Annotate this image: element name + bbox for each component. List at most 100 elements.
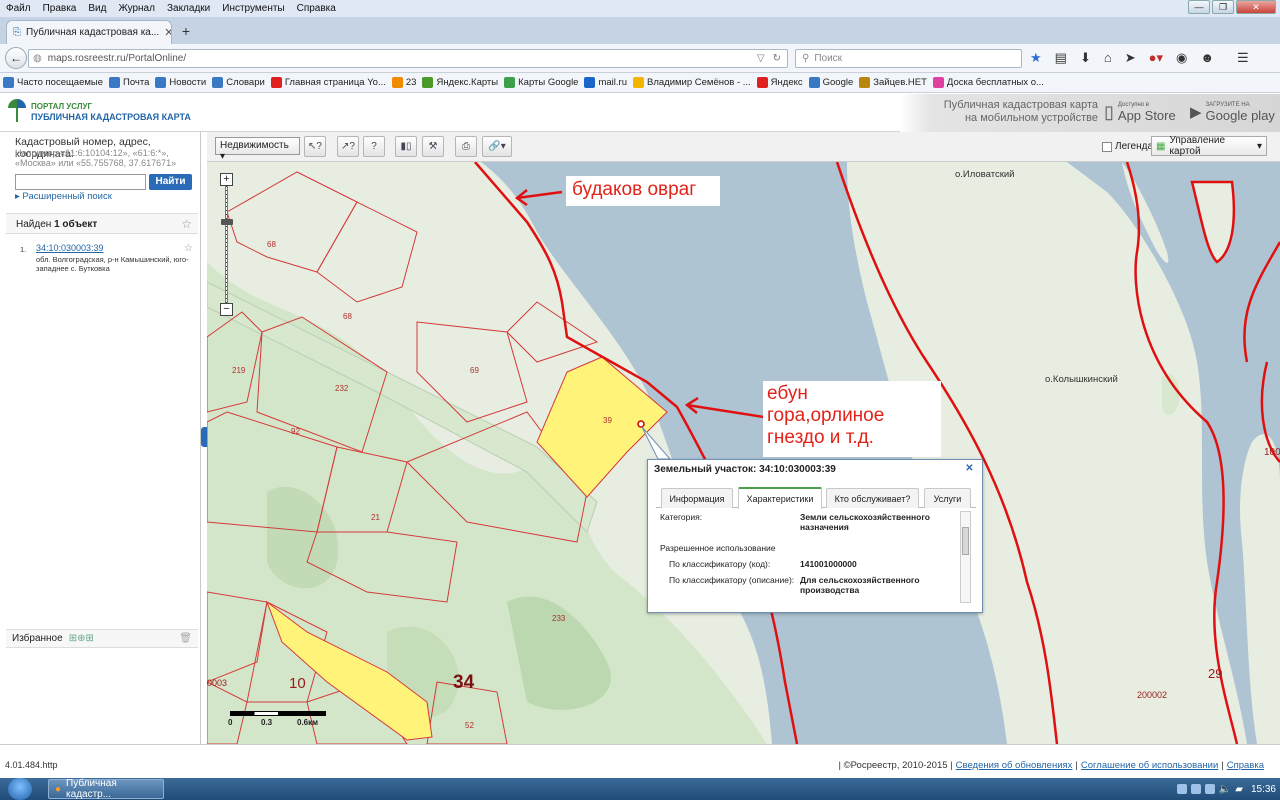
home-icon[interactable]: ⌂ xyxy=(1104,50,1112,66)
volume-icon[interactable]: 🔈 xyxy=(1219,784,1231,795)
chart-icon[interactable]: ▮▯ xyxy=(395,136,417,157)
reading-list-icon[interactable]: ▤ xyxy=(1055,50,1067,66)
menu-file[interactable]: Файл xyxy=(0,3,37,14)
bookmark-item[interactable]: Почта xyxy=(109,77,149,88)
help-link[interactable]: Справка xyxy=(1227,760,1264,771)
info-icon[interactable]: ? xyxy=(363,136,385,157)
link-dropdown-icon[interactable]: 🔗▾ xyxy=(482,136,512,157)
hamburger-menu-icon[interactable]: ☰ xyxy=(1237,50,1249,66)
tools-icon[interactable]: ⚒ xyxy=(422,136,444,157)
taskbar-item[interactable]: ● Публичная кадастр... xyxy=(48,778,164,800)
layer-select-value: Недвижимость xyxy=(220,140,289,151)
find-button[interactable]: Найти xyxy=(149,174,192,190)
updates-link[interactable]: Сведения об обновлениях xyxy=(956,760,1073,771)
measure-help-icon[interactable]: ↗? xyxy=(337,136,359,157)
result-link[interactable]: 34:10:030003:39 xyxy=(36,244,104,253)
legend-toggle[interactable]: Легенда xyxy=(1102,141,1153,152)
menu-history[interactable]: Журнал xyxy=(112,3,161,14)
menu-tools[interactable]: Инструменты xyxy=(216,3,290,14)
maximize-button[interactable]: ❐ xyxy=(1212,0,1234,14)
bookmark-item[interactable]: Главная страница Yo... xyxy=(270,77,386,88)
bookmark-item[interactable]: mail.ru xyxy=(584,77,627,88)
menu-bar: Файл Правка Вид Журнал Закладки Инструме… xyxy=(0,0,1280,17)
parcel-label: 68 xyxy=(343,312,352,321)
terms-link[interactable]: Соглашение об использовании xyxy=(1081,760,1218,771)
language-icon[interactable]: ▰ xyxy=(1235,784,1243,795)
bookmark-item[interactable]: Владимир Семёнов - ... xyxy=(633,77,751,88)
bookmark-item[interactable]: Зайцев.НЕТ xyxy=(859,77,927,88)
print-icon[interactable]: ⎙ xyxy=(455,136,477,157)
tab-information[interactable]: Информация xyxy=(661,488,733,508)
description-label: По классификатору (описание): xyxy=(669,575,795,585)
star-icon[interactable]: ☆ xyxy=(181,217,192,231)
menu-edit[interactable]: Правка xyxy=(37,3,83,14)
bookmark-item[interactable]: Google xyxy=(808,77,853,88)
reload-icon[interactable]: ↻ xyxy=(773,53,781,64)
zoom-out-button[interactable]: − xyxy=(220,303,233,316)
parcel-label: 233 xyxy=(552,614,566,623)
search-hint: Например «61:6:10104:12», «61:6:*», «Мос… xyxy=(15,148,177,168)
district-label: 29 xyxy=(1208,666,1223,681)
tab-services[interactable]: Услуги xyxy=(924,488,971,508)
advanced-search-link[interactable]: ▸ Расширенный поиск xyxy=(15,191,112,202)
bookmark-item[interactable]: Новости xyxy=(155,77,206,88)
tray-icon[interactable] xyxy=(1176,784,1187,794)
bookmark-label: Зайцев.НЕТ xyxy=(873,77,927,88)
bookmark-label: Новости xyxy=(169,77,207,88)
star-icon[interactable]: ★ xyxy=(1030,50,1042,66)
bookmark-icon xyxy=(270,77,282,88)
annotation-line: ебун xyxy=(767,383,808,404)
chat-icon[interactable]: ☻ xyxy=(1200,50,1214,66)
island-label: о.Колышкинский xyxy=(1045,374,1118,385)
bookmark-item[interactable]: 23 xyxy=(391,77,416,88)
zoom-slider-thumb[interactable] xyxy=(221,219,233,225)
back-button[interactable]: ← xyxy=(5,47,27,69)
bookmark-item[interactable]: Карты Google xyxy=(504,77,578,88)
scrollbar-thumb[interactable] xyxy=(962,527,969,555)
menu-bookmarks[interactable]: Закладки xyxy=(161,3,216,14)
layer-select[interactable]: Недвижимость ▾ xyxy=(215,137,300,162)
minimize-button[interactable]: — xyxy=(1188,0,1210,14)
play-icon: ▶ xyxy=(1190,104,1202,121)
close-icon[interactable]: ✕ xyxy=(964,464,975,475)
addon-icon[interactable]: ◉ xyxy=(1176,50,1187,66)
menu-view[interactable]: Вид xyxy=(82,3,112,14)
add-favorite-icon[interactable]: ⊞⊕⊞ xyxy=(69,633,94,644)
search-input[interactable]: ⚲ Поиск xyxy=(795,49,1022,68)
parcel-label: 0003 xyxy=(207,678,228,688)
tray-icon[interactable] xyxy=(1204,784,1215,794)
tray-icon[interactable] xyxy=(1190,784,1201,794)
close-window-button[interactable]: ✕ xyxy=(1236,0,1276,14)
legend-checkbox[interactable] xyxy=(1102,141,1112,152)
zoom-slider[interactable] xyxy=(225,186,228,304)
trash-icon[interactable]: 🗑 xyxy=(179,633,192,644)
url-bar[interactable]: ◍ maps.rosreestr.ru/PortalOnline/ ▽ ↻ xyxy=(28,49,788,68)
bookmark-item[interactable]: Доска бесплатных о... xyxy=(932,77,1044,88)
star-icon[interactable]: ☆ xyxy=(184,244,193,254)
dropdown-icon[interactable]: ▽ xyxy=(757,53,765,64)
zoom-in-button[interactable]: + xyxy=(220,173,233,186)
bookmark-item[interactable]: Яндекс xyxy=(756,77,803,88)
close-tab-icon[interactable]: ✕ xyxy=(164,26,171,39)
identify-cursor-icon[interactable]: ↖? xyxy=(304,136,326,157)
bookmark-item[interactable]: Часто посещаемые xyxy=(3,77,103,88)
adblock-icon[interactable]: ●▾ xyxy=(1149,50,1163,66)
bookmark-item[interactable]: Словари xyxy=(212,77,265,88)
appstore-badge[interactable]: ▯ Доступно в App Store xyxy=(1104,98,1184,126)
scale-label: 0 xyxy=(228,718,233,727)
start-button[interactable] xyxy=(8,778,32,800)
map-management-button[interactable]: ▦ Управление картой ▾ xyxy=(1151,135,1267,157)
playstore-badge[interactable]: ▶ ЗАГРУЗИТЕ НА Google play xyxy=(1190,98,1276,126)
tab-who-serves[interactable]: Кто обслуживает? xyxy=(826,488,919,508)
annotation-line: гнездо и т.д. xyxy=(767,427,874,448)
bookmark-item[interactable]: Яндекс.Карты xyxy=(422,77,498,88)
send-icon[interactable]: ➤ xyxy=(1125,50,1136,66)
popup-scrollbar[interactable] xyxy=(960,511,971,603)
new-tab-button[interactable]: + xyxy=(178,23,194,39)
menu-help[interactable]: Справка xyxy=(291,3,342,14)
tab-characteristics[interactable]: Характеристики xyxy=(738,487,822,509)
download-icon[interactable]: ⬇ xyxy=(1080,50,1091,66)
browser-tab[interactable]: ⎘ Публичная кадастровая ка... ✕ xyxy=(6,20,172,44)
cadastral-search-input[interactable] xyxy=(15,174,146,190)
map-canvas[interactable]: 68 68 219 232 69 39 92 21 233 10 34 52 0… xyxy=(207,162,1280,744)
